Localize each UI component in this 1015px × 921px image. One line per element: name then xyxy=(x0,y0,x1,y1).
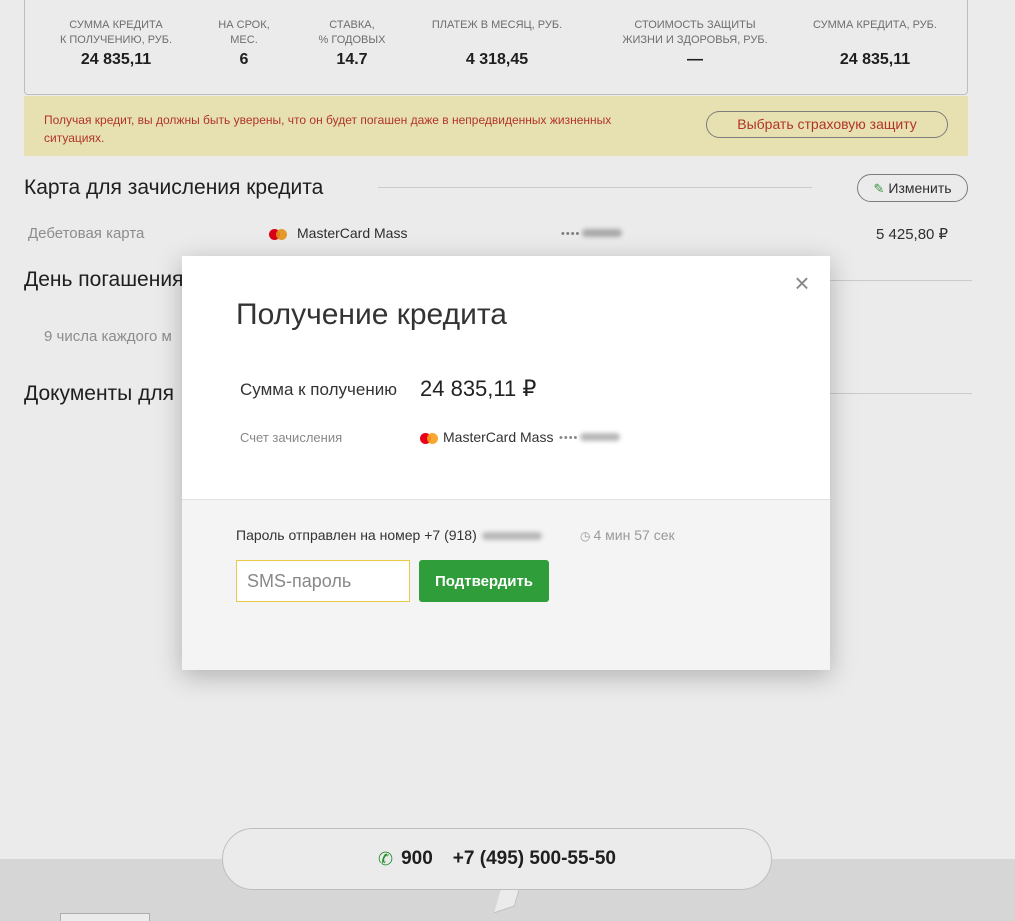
account-label: Счет зачисления xyxy=(240,430,343,445)
modal-card-mask: •••• xyxy=(559,432,579,444)
confirm-button[interactable]: Подтвердить xyxy=(419,560,549,602)
phone-number-blur xyxy=(482,532,542,540)
sms-sent-text: Пароль отправлен на номер +7 (918) xyxy=(236,527,477,543)
modal-title: Получение кредита xyxy=(236,298,507,331)
modal-card-number-blur xyxy=(580,433,620,441)
modal-card-name: MasterCard Mass xyxy=(443,429,554,445)
loan-receipt-modal: × Получение кредита Сумма к получению 24… xyxy=(182,256,830,670)
mastercard-icon xyxy=(420,433,438,444)
sms-password-input[interactable] xyxy=(236,560,410,602)
amount-value: 24 835,11 ₽ xyxy=(420,376,537,401)
sms-confirmation-area: Пароль отправлен на номер +7 (918) ◷ 4 ми… xyxy=(182,499,830,670)
close-icon[interactable]: × xyxy=(792,270,812,296)
amount-label: Сумма к получению xyxy=(240,380,397,399)
clock-icon: ◷ xyxy=(580,529,591,543)
sms-timer: ◷ 4 мин 57 сек xyxy=(580,527,675,543)
timer-text: 4 мин 57 сек xyxy=(593,527,675,543)
